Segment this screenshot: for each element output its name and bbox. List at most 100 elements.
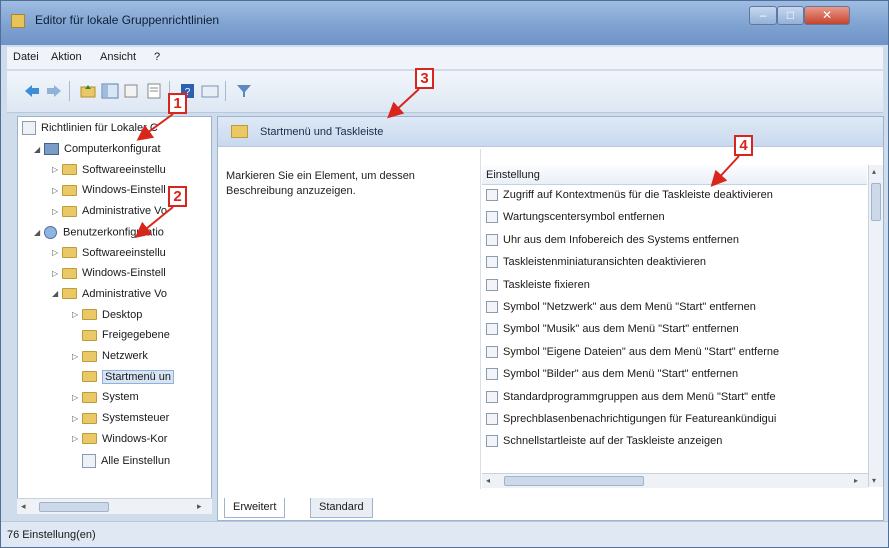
list-item[interactable]: Symbol "Musik" aus dem Menü "Start" entf…: [482, 323, 867, 344]
details-pane: Startmenü und Taskleiste Markieren Sie e…: [217, 116, 884, 521]
tab-standard[interactable]: Standard: [310, 498, 373, 518]
list-item[interactable]: Standardprogrammgruppen aus dem Menü "St…: [482, 391, 867, 412]
folder-icon: [62, 205, 77, 217]
list-item[interactable]: Symbol "Eigene Dateien" aus dem Menü "St…: [482, 346, 867, 367]
show-tree-icon[interactable]: [101, 83, 119, 99]
scroll-left-icon[interactable]: ◂: [486, 476, 490, 485]
tree-horizontal-scrollbar[interactable]: ◂ ▸: [17, 498, 212, 514]
gpedit-window: Editor für lokale Gruppenrichtlinien – □…: [0, 0, 889, 548]
list-item[interactable]: Schnellstartleiste auf der Taskleiste an…: [482, 435, 867, 456]
expand-icon[interactable]: ◢: [34, 228, 44, 237]
folder-icon: [82, 433, 97, 445]
expand-icon[interactable]: ◢: [52, 289, 62, 298]
filter-icon[interactable]: [235, 83, 253, 99]
tree-item[interactable]: ◢ Administrative Vo: [52, 288, 167, 308]
policy-setting-icon: [486, 413, 498, 426]
tree-item[interactable]: ◢ Benutzerkonfiguratio: [34, 225, 164, 246]
expand-icon[interactable]: ▷: [52, 269, 62, 278]
tree-item[interactable]: Startmenü un: [72, 369, 175, 391]
scroll-right-icon[interactable]: ▸: [854, 476, 858, 485]
callout-3: 3: [415, 68, 434, 89]
folder-icon: [231, 125, 248, 138]
tree-item[interactable]: ◢ Computerkonfigurat: [34, 143, 161, 163]
menu-datei[interactable]: Datei: [13, 51, 39, 63]
tree-item[interactable]: ▷ Softwareeinstellu: [52, 164, 166, 184]
list-item[interactable]: Symbol "Bilder" aus dem Menü "Start" ent…: [482, 368, 867, 389]
list-horizontal-scrollbar[interactable]: ◂ ▸: [482, 473, 868, 488]
menu-aktion[interactable]: Aktion: [51, 51, 82, 63]
computer-icon: [44, 143, 59, 156]
callout-4: 4: [734, 135, 753, 156]
tree-item[interactable]: ▷ Windows-Kor: [72, 433, 167, 453]
details-title: Startmenü und Taskleiste: [260, 126, 384, 138]
tab-erweitert[interactable]: Erweitert: [224, 498, 286, 518]
scroll-right-icon[interactable]: ▸: [197, 501, 202, 512]
tree-item[interactable]: Freigegebene: [72, 329, 170, 349]
user-icon: [44, 225, 57, 239]
scroll-thumb[interactable]: [871, 183, 881, 221]
menu-help[interactable]: ?: [154, 51, 160, 63]
tree-pane[interactable]: Richtlinien für Lokaler C ◢ Computerkonfig…: [17, 116, 212, 513]
properties-icon[interactable]: [145, 83, 163, 99]
folder-icon: [82, 371, 97, 383]
column-header-einstellung[interactable]: Einstellung: [482, 165, 867, 185]
tree-item[interactable]: ▷ Windows-Einstell: [52, 267, 166, 287]
policy-setting-icon: [486, 211, 498, 224]
tree-root[interactable]: Richtlinien für Lokaler C: [22, 121, 158, 141]
policy-setting-icon: [486, 256, 498, 269]
expand-icon[interactable]: ▷: [72, 310, 82, 319]
expand-icon[interactable]: ▷: [72, 434, 82, 443]
expand-icon[interactable]: ▷: [72, 352, 82, 361]
close-button[interactable]: ✕: [804, 6, 850, 25]
expand-icon[interactable]: ▷: [72, 393, 82, 402]
description-text: Markieren Sie ein Element, um dessen Bes…: [226, 170, 415, 197]
folder-icon: [62, 184, 77, 196]
maximize-button[interactable]: □: [777, 6, 804, 25]
callout-1: 1: [168, 93, 187, 114]
scroll-down-icon[interactable]: ▾: [872, 476, 876, 485]
scroll-thumb[interactable]: [504, 476, 644, 486]
tree-item[interactable]: ▷ Desktop: [72, 309, 142, 329]
forward-icon[interactable]: [45, 83, 63, 99]
back-icon[interactable]: [23, 83, 41, 99]
list-item[interactable]: Wartungscentersymbol entfernen: [482, 211, 867, 232]
expand-icon[interactable]: ▷: [72, 414, 82, 423]
tree-item[interactable]: ▷ Windows-Einstell: [52, 184, 166, 204]
list-item[interactable]: Taskleistenminiaturansichten deaktiviere…: [482, 256, 867, 277]
list-item[interactable]: Sprechblasenbenachrichtigungen für Featu…: [482, 413, 867, 434]
expand-icon[interactable]: ▷: [52, 186, 62, 195]
export-icon[interactable]: [123, 83, 141, 99]
tree-item[interactable]: Alle Einstellun: [72, 453, 170, 474]
scroll-up-icon[interactable]: ▴: [872, 167, 876, 176]
expand-icon[interactable]: ▷: [52, 207, 62, 216]
minimize-button[interactable]: –: [749, 6, 777, 25]
list-item[interactable]: Symbol "Netzwerk" aus dem Menü "Start" e…: [482, 301, 867, 322]
policy-setting-icon: [486, 233, 498, 246]
status-text: 76 Einstellung(en): [7, 529, 96, 541]
view-icon[interactable]: [201, 83, 219, 99]
list-item[interactable]: Uhr aus dem Infobereich des Systems entf…: [482, 234, 867, 255]
title-bar[interactable]: Editor für lokale Gruppenrichtlinien – □…: [1, 1, 888, 45]
scroll-left-icon[interactable]: ◂: [21, 501, 26, 512]
policy-setting-icon: [486, 390, 498, 403]
expand-icon[interactable]: ▷: [52, 165, 62, 174]
scroll-thumb[interactable]: [39, 502, 109, 512]
tree-item[interactable]: ▷ Softwareeinstellu: [52, 247, 166, 267]
tree-item[interactable]: ▷ Administrative Vo: [52, 205, 167, 225]
expand-icon[interactable]: ▷: [52, 248, 62, 257]
expand-icon[interactable]: ◢: [34, 145, 44, 154]
policy-setting-icon: [486, 189, 498, 202]
folder-icon: [82, 391, 97, 403]
folder-icon: [62, 267, 77, 279]
status-bar: 76 Einstellung(en): [1, 521, 888, 547]
up-folder-icon[interactable]: [79, 83, 97, 99]
policy-setting-icon: [486, 301, 498, 314]
tree-item[interactable]: ▷ Systemsteuer: [72, 412, 169, 432]
list-item[interactable]: Zugriff auf Kontextmenüs für die Tasklei…: [482, 189, 867, 210]
folder-icon: [62, 288, 77, 300]
list-vertical-scrollbar[interactable]: ▴ ▾: [868, 165, 883, 487]
tree-item[interactable]: ▷ System: [72, 391, 139, 411]
list-item[interactable]: Taskleiste fixieren: [482, 279, 867, 300]
tree-item[interactable]: ▷ Netzwerk: [72, 350, 148, 370]
menu-ansicht[interactable]: Ansicht: [100, 51, 136, 63]
